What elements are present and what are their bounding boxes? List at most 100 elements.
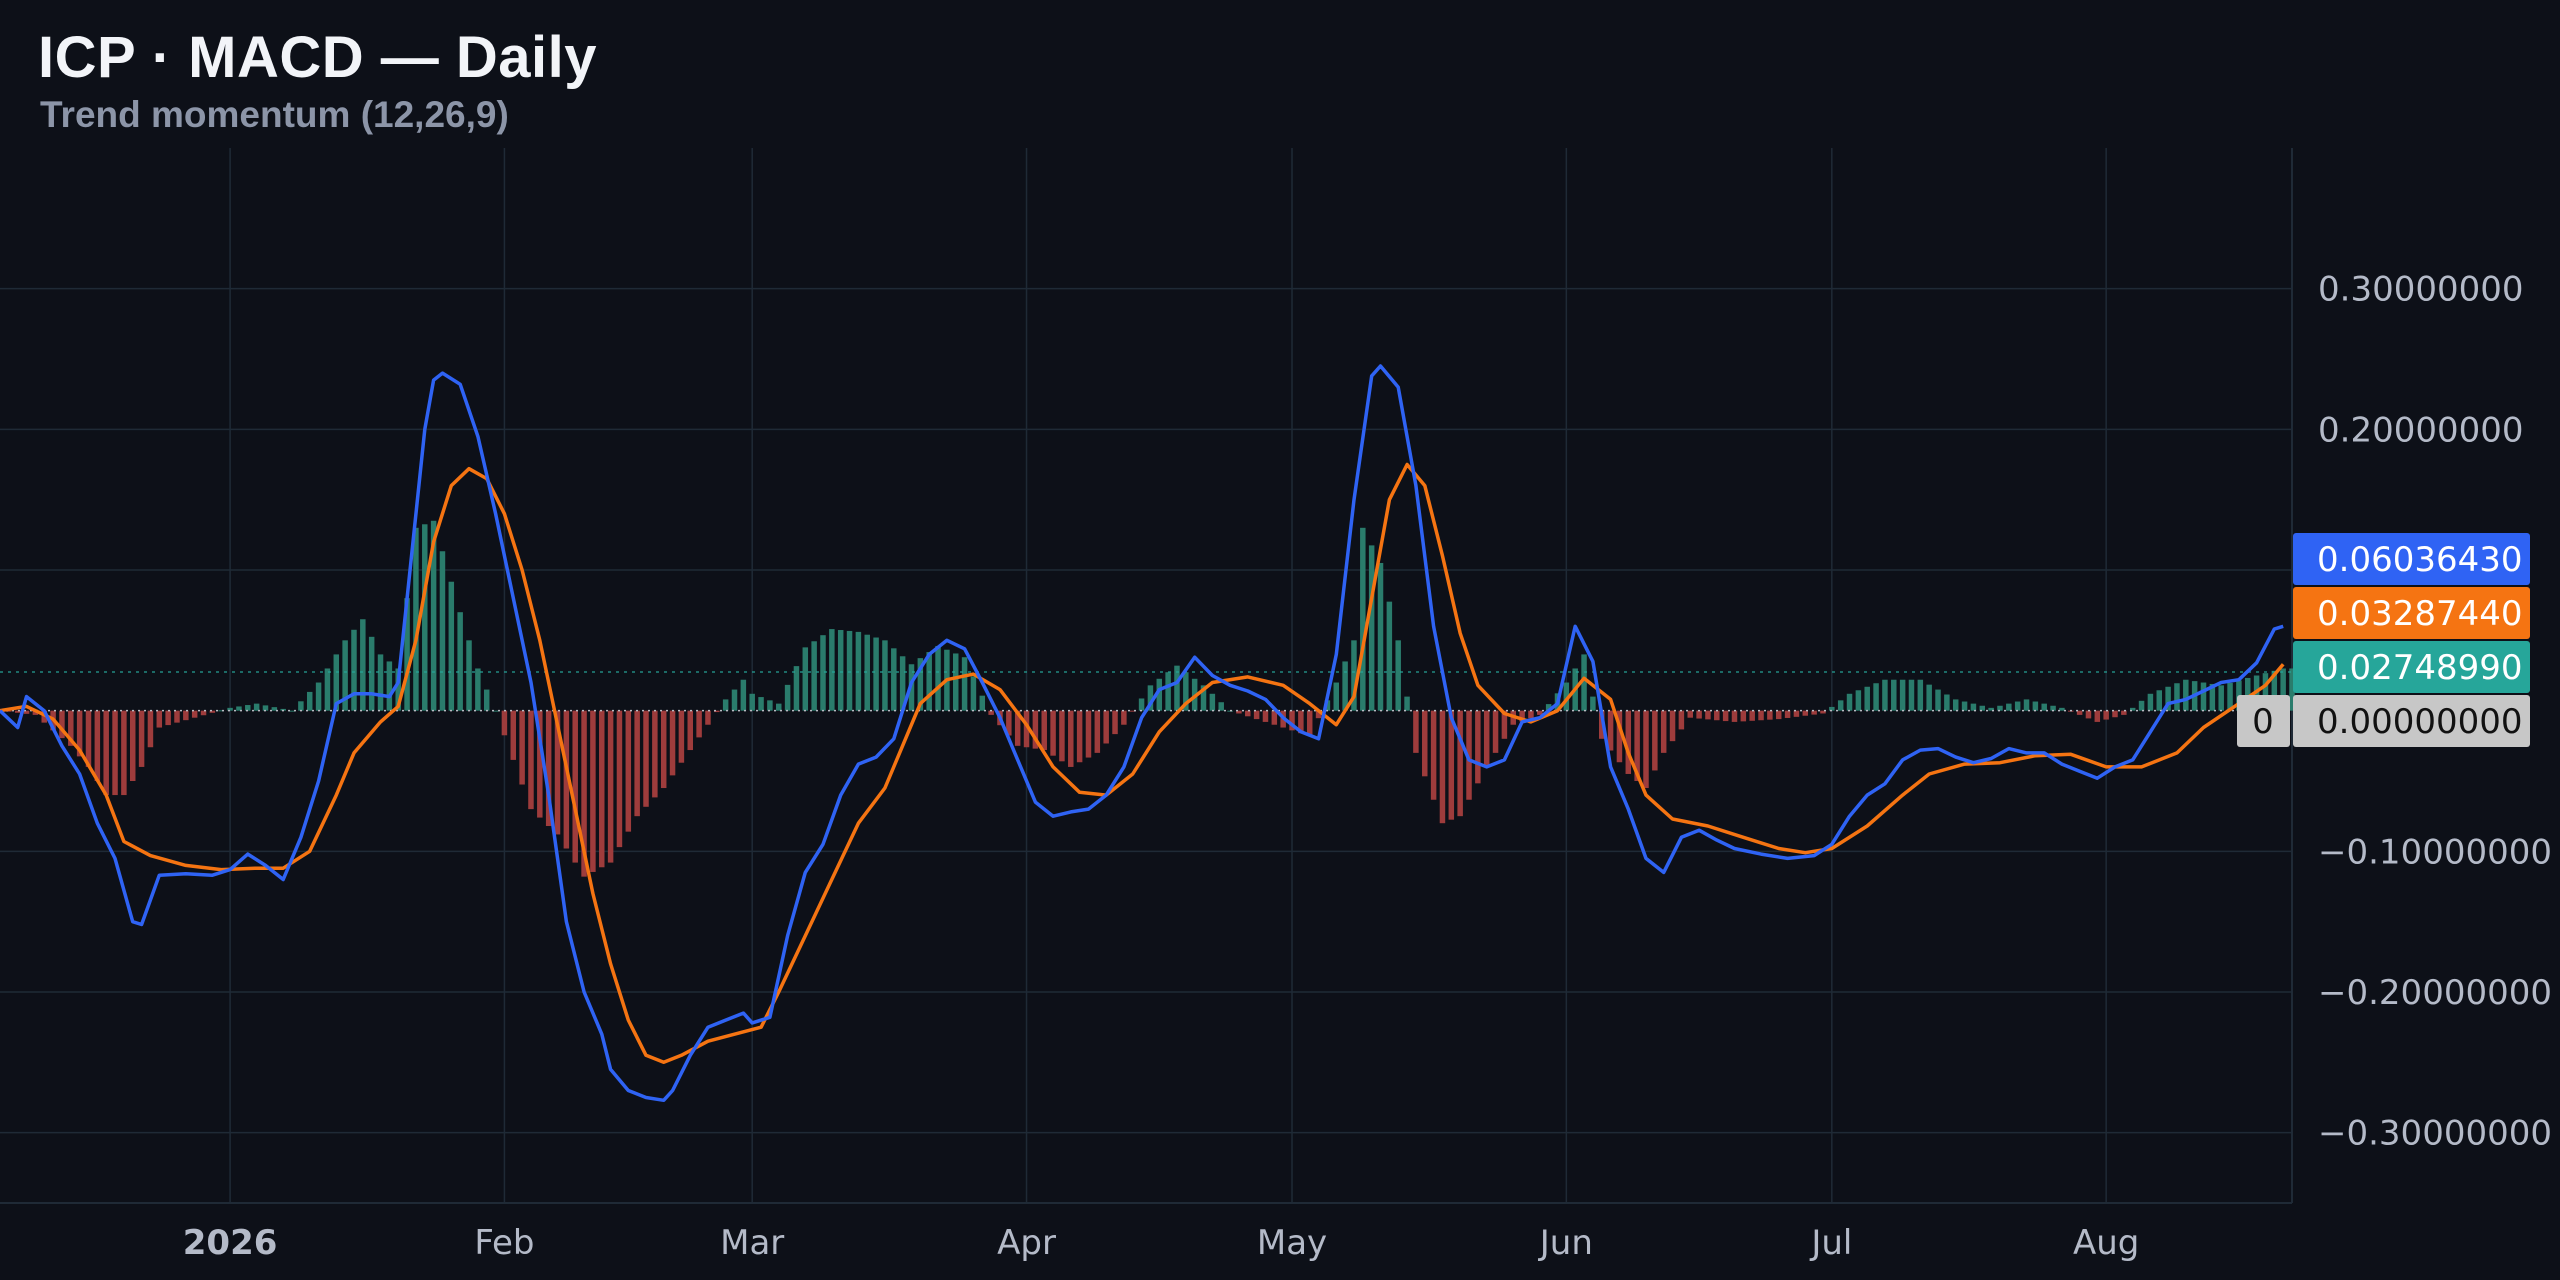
histogram-bar bbox=[360, 619, 366, 711]
histogram-bar bbox=[802, 647, 809, 711]
histogram-bar bbox=[669, 710, 676, 776]
histogram-bar bbox=[1245, 710, 1251, 717]
histogram-bar bbox=[324, 668, 331, 711]
histogram-bar bbox=[1253, 710, 1260, 720]
histogram-bar bbox=[466, 640, 472, 711]
histogram-bar bbox=[705, 710, 711, 725]
histogram-bar bbox=[262, 705, 269, 711]
x-tick-label: Jun bbox=[1538, 1223, 1593, 1263]
histogram-bar bbox=[510, 710, 517, 760]
histogram-bar bbox=[1483, 710, 1490, 767]
histogram-bar bbox=[1041, 710, 1047, 751]
histogram-bar bbox=[298, 701, 304, 711]
zero-value-label: 0.00000000 bbox=[2317, 702, 2523, 742]
histogram-bar bbox=[1368, 545, 1375, 711]
signal-line bbox=[0, 462, 2285, 1065]
x-tick-label: Mar bbox=[720, 1223, 784, 1263]
y-tick-label: −0.30000000 bbox=[2318, 1114, 2552, 1154]
histogram-bar bbox=[643, 710, 649, 807]
histogram-bar bbox=[2014, 701, 2021, 711]
histogram-bar bbox=[1103, 710, 1109, 744]
histogram-bar bbox=[1085, 710, 1092, 758]
histogram-bar bbox=[1882, 679, 1888, 711]
histogram-bar bbox=[103, 710, 109, 796]
histogram-bar bbox=[1855, 690, 1862, 711]
histogram-bar bbox=[413, 527, 419, 711]
histogram-bar bbox=[1209, 693, 1216, 711]
histogram-bar bbox=[952, 653, 959, 711]
histogram-bar bbox=[1059, 710, 1065, 762]
histogram-bar bbox=[1793, 710, 1800, 717]
y-tick-label: 0.20000000 bbox=[2318, 410, 2524, 450]
histogram-bar bbox=[2103, 710, 2109, 720]
histogram-bar bbox=[483, 689, 490, 711]
histogram-bar bbox=[1262, 710, 1269, 722]
histogram-bar bbox=[253, 703, 260, 711]
histogram-bar bbox=[696, 710, 702, 738]
histogram-bar bbox=[1837, 700, 1844, 711]
histogram-bar bbox=[1944, 694, 1950, 711]
histogram-bar bbox=[156, 710, 163, 728]
histogram-bar bbox=[475, 668, 481, 711]
histogram-bar bbox=[1758, 710, 1764, 721]
histogram-bar bbox=[165, 710, 171, 726]
histogram-bar bbox=[1448, 710, 1455, 820]
histogram-bar bbox=[829, 629, 835, 711]
signal-value-label: 0.03287440 bbox=[2317, 594, 2523, 634]
histogram-bar bbox=[2023, 699, 2030, 711]
histogram-bar bbox=[1218, 702, 1224, 711]
histogram-bar bbox=[599, 710, 605, 868]
histogram-bar bbox=[1386, 601, 1393, 711]
histogram-bar bbox=[1696, 710, 1702, 719]
histogram-bar bbox=[183, 710, 189, 721]
macd-value-label: 0.06036430 bbox=[2317, 540, 2523, 580]
histogram-bar bbox=[94, 710, 101, 781]
histogram-bar bbox=[784, 684, 791, 711]
x-tick-label: Aug bbox=[2073, 1223, 2139, 1263]
histogram-bar bbox=[245, 705, 251, 711]
histogram-bar bbox=[846, 630, 853, 711]
histogram-bar bbox=[2183, 679, 2189, 711]
histogram-bar bbox=[1669, 710, 1676, 742]
histogram-bar bbox=[935, 645, 941, 711]
histogram-bar bbox=[528, 710, 534, 810]
histogram-bar bbox=[138, 710, 145, 767]
histogram-bar bbox=[2174, 683, 2180, 711]
histogram-bar bbox=[1607, 710, 1614, 751]
histogram-bar bbox=[1784, 710, 1791, 718]
histogram-bar bbox=[740, 679, 747, 711]
histogram-bar bbox=[652, 710, 658, 798]
histogram-bar bbox=[2094, 710, 2101, 722]
histogram-bar bbox=[439, 551, 446, 711]
histogram-bar bbox=[1430, 710, 1437, 800]
histogram-bar bbox=[722, 699, 729, 711]
histogram-bar bbox=[1952, 699, 1959, 711]
histogram-bar bbox=[1678, 710, 1685, 730]
histogram-bar bbox=[1961, 701, 1968, 711]
macd-chart[interactable]: 0.30000000 0.20000000 −0.10000000 −0.200000… bbox=[0, 0, 2560, 1280]
histogram-bar bbox=[174, 710, 180, 723]
x-axis: 2026 Feb Mar Apr May Jun Jul Aug bbox=[183, 1223, 2140, 1263]
histogram-bar bbox=[678, 710, 685, 763]
histogram-bar bbox=[1652, 710, 1658, 771]
histogram-bar bbox=[1590, 696, 1596, 711]
histogram-bar bbox=[1908, 679, 1915, 711]
histogram-bar bbox=[634, 710, 640, 817]
histogram-bar bbox=[1165, 672, 1171, 711]
histogram-bar bbox=[351, 629, 357, 711]
histogram-bar bbox=[1457, 710, 1463, 817]
histogram-bar bbox=[1360, 527, 1366, 711]
histogram-bar bbox=[191, 710, 198, 718]
histogram-bar bbox=[368, 636, 375, 711]
histogram-bar bbox=[1094, 710, 1101, 753]
histogram-bar bbox=[961, 657, 968, 711]
histogram-bar bbox=[1050, 710, 1056, 756]
histogram-bar bbox=[616, 710, 623, 848]
histogram-bar bbox=[1917, 679, 1924, 711]
histogram-bar bbox=[1112, 710, 1118, 735]
x-tick-label: Feb bbox=[474, 1223, 534, 1263]
histogram-bar bbox=[1705, 710, 1711, 720]
histogram-bar bbox=[386, 661, 393, 711]
x-tick-label: May bbox=[1257, 1223, 1327, 1263]
histogram-bar bbox=[1342, 661, 1348, 711]
